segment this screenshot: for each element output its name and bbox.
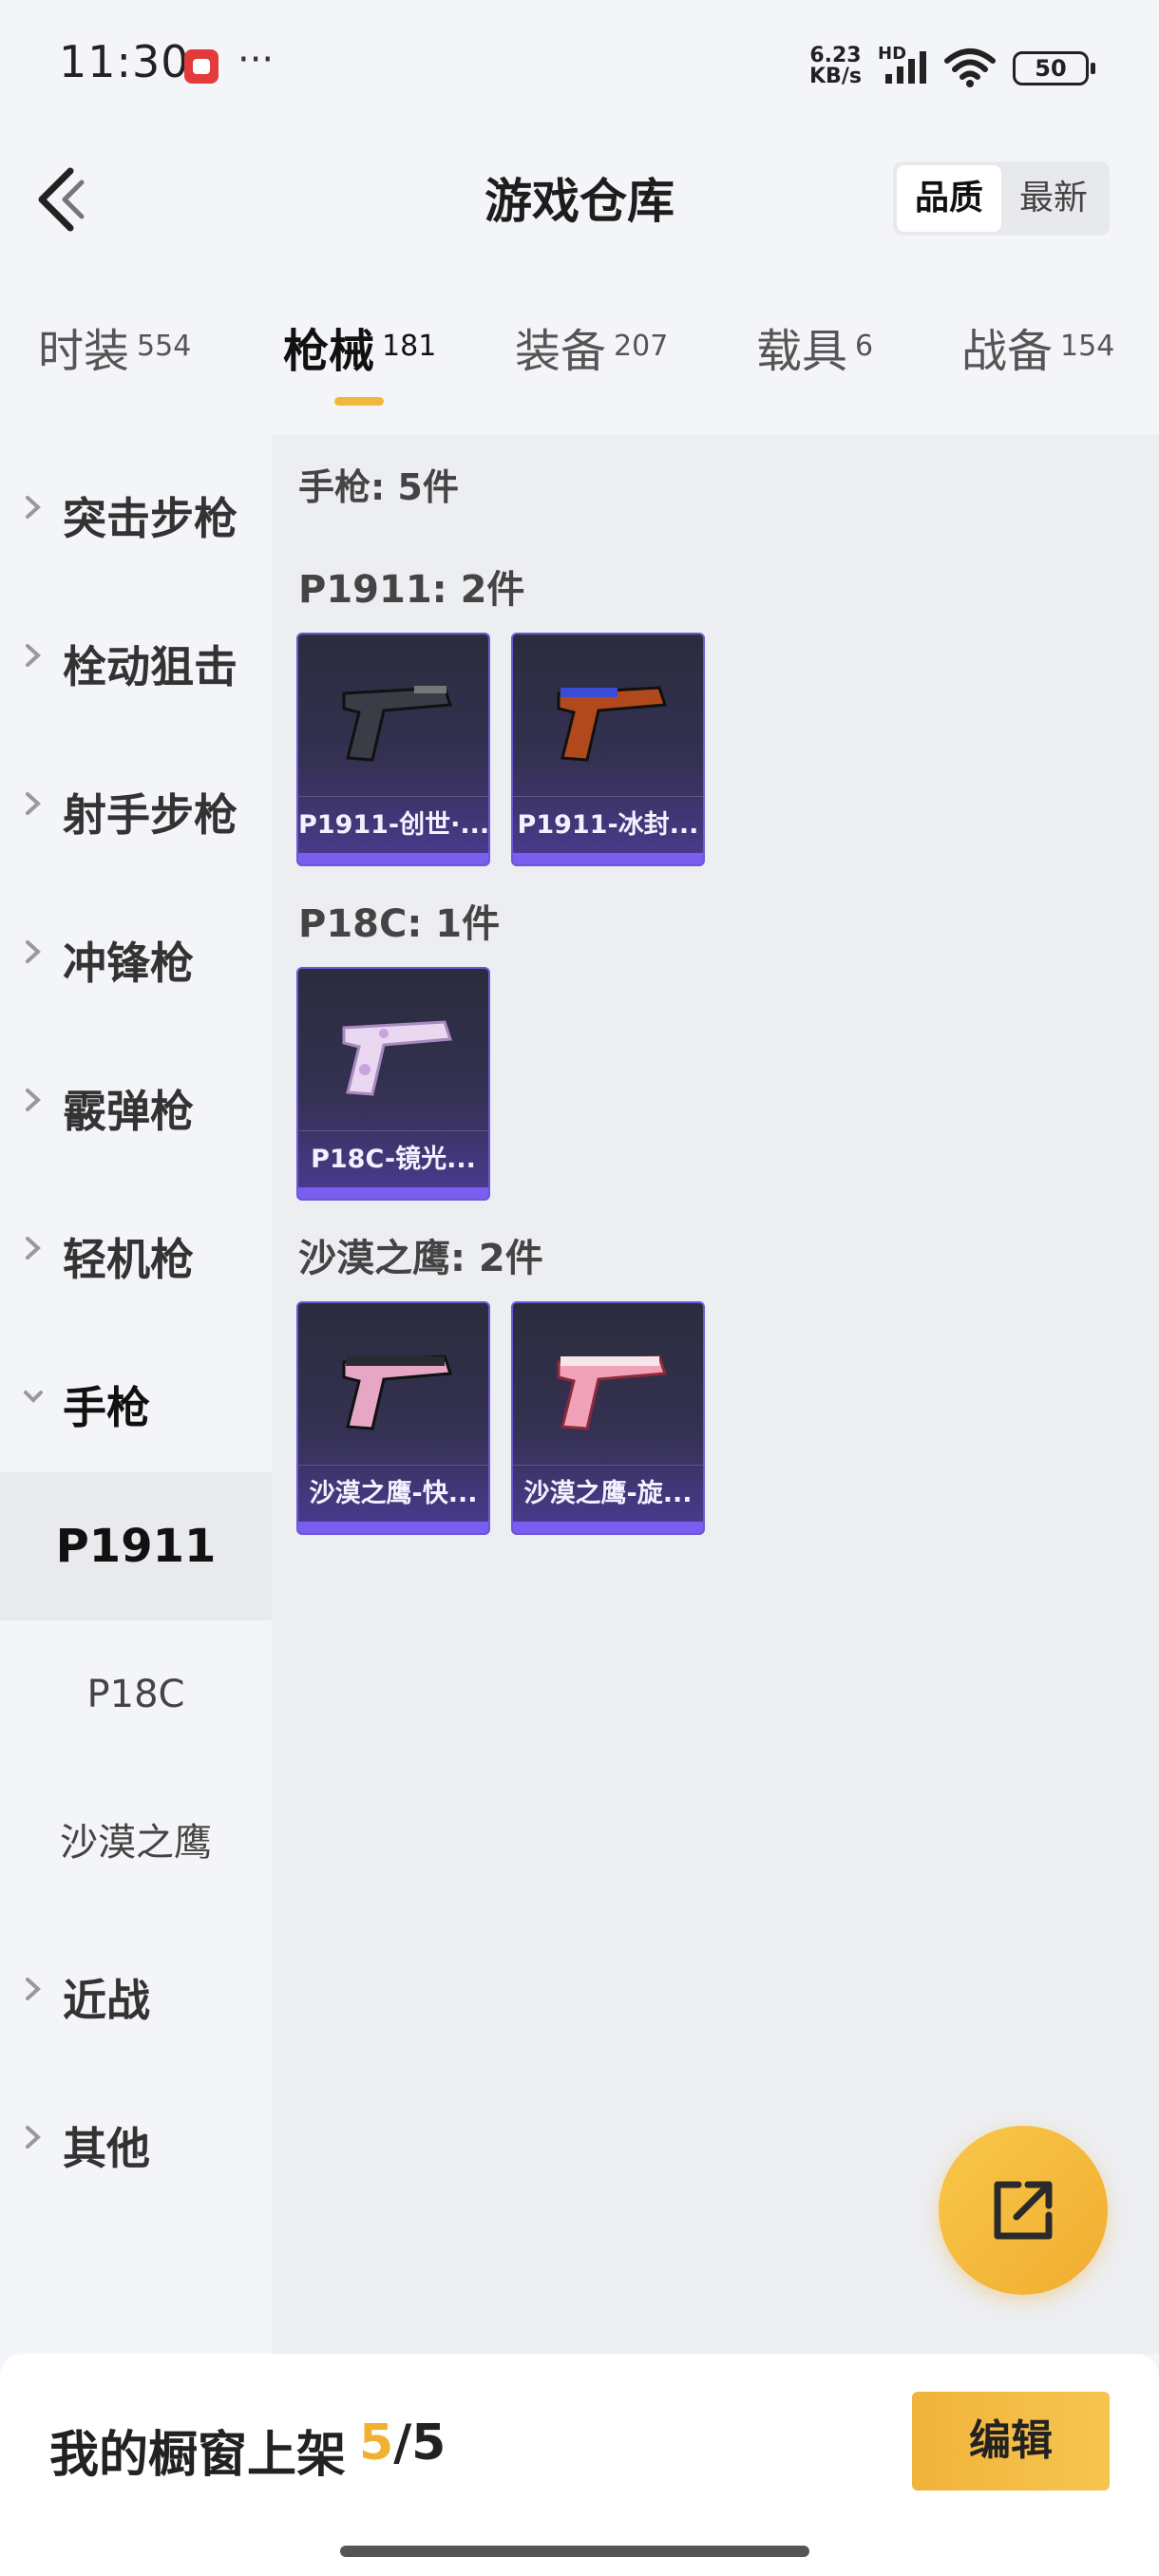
signal-icon	[885, 51, 926, 84]
chevron-right-icon	[26, 2126, 41, 2149]
sidebar-item-label: 轻机枪	[63, 1234, 194, 1285]
back-button[interactable]	[28, 161, 95, 237]
sort-option-quality[interactable]: 品质	[897, 165, 1001, 232]
sidebar-item-assault-rifle[interactable]: 突击步枪	[0, 435, 272, 583]
chevron-right-icon	[26, 792, 41, 815]
tab-count: 6	[855, 330, 874, 363]
showcase-total: /5	[393, 2415, 446, 2472]
edit-button[interactable]: 编辑	[912, 2392, 1110, 2491]
rarity-strip	[298, 1187, 488, 1199]
category-tabs: 时装 554 枪械 181 装备 207 载具 6 战备 154	[0, 313, 1159, 427]
item-name: 沙漠之鹰-快...	[298, 1465, 488, 1522]
sidebar-subitem-desert-eagle[interactable]: 沙漠之鹰	[0, 1769, 272, 1917]
sidebar-item-shotgun[interactable]: 霰弹枪	[0, 1028, 272, 1176]
group-title: P18C: 1件	[298, 902, 501, 946]
status-bar: 11:30 ··· 6.23 KB/s HD 50	[0, 0, 1159, 133]
tab-label: 战备	[961, 325, 1054, 378]
share-icon	[994, 2181, 1053, 2240]
tab-count: 554	[137, 330, 192, 363]
chevron-right-icon	[26, 1978, 41, 2000]
showcase-label: 我的橱窗上架	[49, 2427, 347, 2484]
item-name: P1911-创世·...	[298, 796, 488, 853]
pistol-icon	[342, 686, 453, 762]
active-tab-indicator	[334, 397, 384, 406]
rarity-strip	[298, 1522, 488, 1533]
pistol-icon	[342, 1354, 453, 1430]
chevron-down-icon	[24, 1391, 43, 1403]
group-title: 沙漠之鹰: 2件	[298, 1237, 543, 1280]
tab-vehicles[interactable]: 载具 6	[756, 313, 873, 418]
share-button[interactable]	[939, 2126, 1108, 2295]
sidebar-subitem-p18c[interactable]: P18C	[0, 1620, 272, 1769]
tab-count: 154	[1060, 330, 1115, 363]
chevron-right-icon	[26, 1089, 41, 1111]
tab-label: 枪械	[283, 325, 375, 378]
tab-label: 载具	[756, 325, 848, 378]
tab-equipment[interactable]: 装备 207	[515, 313, 668, 418]
sidebar-item-marksman-rifle[interactable]: 射手步枪	[0, 731, 272, 880]
item-name: 沙漠之鹰-旋...	[513, 1465, 703, 1522]
sidebar-item-lmg[interactable]: 轻机枪	[0, 1176, 272, 1324]
chevron-right-icon	[26, 940, 41, 963]
tab-count: 207	[614, 330, 669, 363]
showcase-count: 5/5	[359, 2415, 446, 2472]
group-title: P1911: 2件	[298, 568, 525, 612]
item-card[interactable]: P1911-创世·...	[296, 633, 490, 866]
category-sidebar: 突击步枪 栓动狙击 射手步枪 冲锋枪 霰弹枪 轻机枪 手枪 P1911 P18C…	[0, 435, 272, 2354]
rarity-strip	[513, 1522, 703, 1533]
sidebar-subitem-p1911[interactable]: P1911	[0, 1472, 272, 1620]
sidebar-item-label: 手枪	[63, 1382, 150, 1433]
sidebar-item-bolt-sniper[interactable]: 栓动狙击	[0, 583, 272, 731]
sidebar-item-label: 其他	[63, 2123, 150, 2174]
pistol-icon	[342, 1020, 453, 1096]
net-speed-unit: KB/s	[809, 65, 862, 88]
tab-label: 装备	[515, 325, 607, 378]
sidebar-item-label: 射手步枪	[63, 789, 238, 841]
tab-count: 181	[382, 330, 437, 363]
showcase-current: 5	[359, 2415, 394, 2472]
chevron-right-icon	[26, 644, 41, 667]
rarity-strip	[513, 853, 703, 864]
tab-tactical-gear[interactable]: 战备 154	[961, 313, 1114, 418]
item-name: P1911-冰封...	[513, 796, 703, 853]
rarity-strip	[298, 853, 488, 864]
net-speed-value: 6.23	[809, 44, 862, 67]
home-indicator[interactable]	[340, 2546, 809, 2557]
sort-toggle: 品质 最新	[893, 161, 1110, 236]
sidebar-item-label: 霰弹枪	[63, 1086, 194, 1137]
more-notifications-icon: ···	[238, 38, 275, 82]
tab-fashion[interactable]: 时装 554	[38, 313, 191, 418]
chevron-right-icon	[26, 496, 41, 519]
sidebar-item-label: 栓动狙击	[63, 641, 238, 692]
sidebar-item-smg[interactable]: 冲锋枪	[0, 880, 272, 1028]
clock: 11:30	[59, 36, 190, 87]
sidebar-item-other[interactable]: 其他	[0, 2065, 272, 2213]
pistol-icon	[557, 1354, 668, 1430]
sidebar-item-pistol[interactable]: 手枪	[0, 1324, 272, 1472]
item-card[interactable]: P1911-冰封...	[511, 633, 705, 866]
battery-icon: 50	[1013, 51, 1095, 85]
item-card[interactable]: 沙漠之鹰-快...	[296, 1301, 490, 1535]
sidebar-item-label: 近战	[63, 1975, 150, 2026]
wifi-icon	[944, 48, 996, 87]
net-speed: 6.23 KB/s	[809, 46, 862, 87]
item-card[interactable]: P18C-镜光...	[296, 967, 490, 1201]
pistol-icon	[557, 686, 668, 762]
chevron-left-icon	[38, 167, 85, 232]
app-notification-icon	[184, 49, 218, 84]
sidebar-item-melee[interactable]: 近战	[0, 1917, 272, 2065]
sort-option-newest[interactable]: 最新	[1001, 165, 1106, 232]
item-grid-panel: 手枪: 5件 P1911: 2件 P1911-创世·... P1911-冰封..…	[272, 435, 1159, 2354]
sidebar-item-label: 突击步枪	[63, 493, 238, 544]
sidebar-item-label: 冲锋枪	[63, 938, 194, 989]
item-name: P18C-镜光...	[298, 1130, 488, 1187]
chevron-right-icon	[26, 1237, 41, 1260]
section-title: 手枪: 5件	[298, 466, 459, 508]
tab-label: 时装	[38, 325, 130, 378]
item-card[interactable]: 沙漠之鹰-旋...	[511, 1301, 705, 1535]
